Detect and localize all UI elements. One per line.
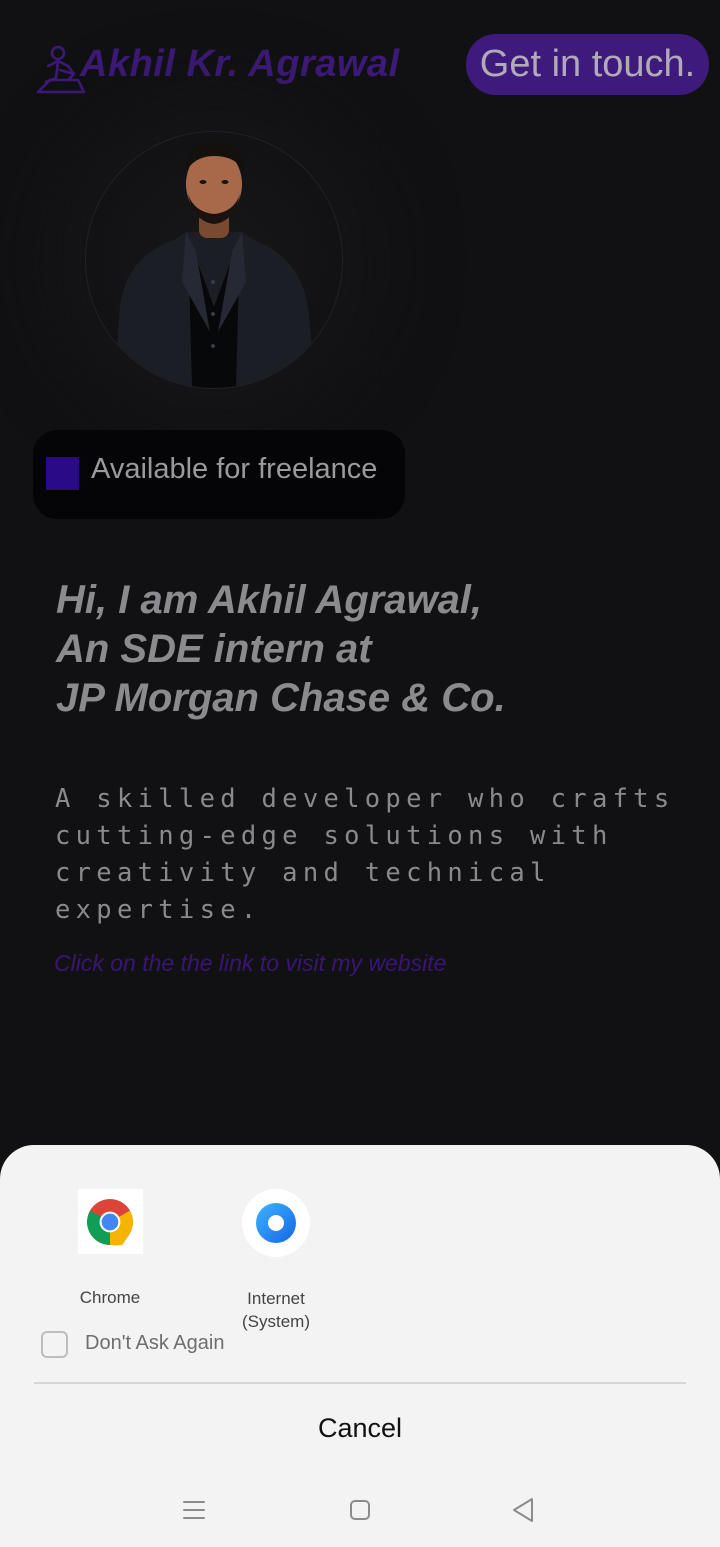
- back-icon[interactable]: [511, 1497, 535, 1523]
- avatar: [85, 131, 343, 389]
- headline-line: JP Morgan Chase & Co.: [56, 676, 506, 720]
- dont-ask-again-label[interactable]: Don't Ask Again: [85, 1332, 224, 1355]
- app-option-internet[interactable]: Internet (System): [216, 1189, 336, 1333]
- app-label: Internet (System): [242, 1289, 310, 1331]
- description-line: A skilled developer who crafts: [55, 784, 675, 814]
- description-line: creativity and technical: [55, 858, 551, 888]
- menu-icon[interactable]: [183, 1499, 205, 1521]
- description-line: cutting-edge solutions with: [55, 821, 613, 851]
- home-icon[interactable]: [349, 1499, 371, 1521]
- dont-ask-again-checkbox[interactable]: [41, 1331, 68, 1358]
- hero-headline: Hi, I am Akhil Agrawal, An SDE intern at…: [56, 576, 696, 723]
- cancel-button[interactable]: Cancel: [0, 1400, 720, 1456]
- get-in-touch-button[interactable]: Get in touch.: [466, 34, 709, 95]
- brand-name[interactable]: Akhil Kr. Agrawal: [80, 43, 400, 86]
- freelance-status-label: Available for freelance: [91, 453, 378, 485]
- headline-line: Hi, I am Akhil Agrawal,: [56, 578, 483, 622]
- chrome-icon: [77, 1189, 143, 1254]
- web-page: Akhil Kr. Agrawal Get in touch. Availabl…: [0, 0, 720, 1547]
- headline-line: An SDE intern at: [56, 627, 372, 671]
- internet-browser-icon: [242, 1189, 310, 1257]
- app-label: Chrome: [79, 1288, 141, 1307]
- divider: [34, 1382, 686, 1384]
- status-indicator: [46, 457, 79, 490]
- hero-description: A skilled developer who crafts cutting-e…: [55, 781, 705, 929]
- visit-website-link[interactable]: Click on the the link to visit my websit…: [54, 950, 446, 977]
- description-line: expertise.: [55, 895, 262, 925]
- app-option-chrome[interactable]: Chrome: [50, 1189, 170, 1309]
- person-at-desk-icon[interactable]: [34, 44, 86, 96]
- profile-photo: [114, 142, 316, 388]
